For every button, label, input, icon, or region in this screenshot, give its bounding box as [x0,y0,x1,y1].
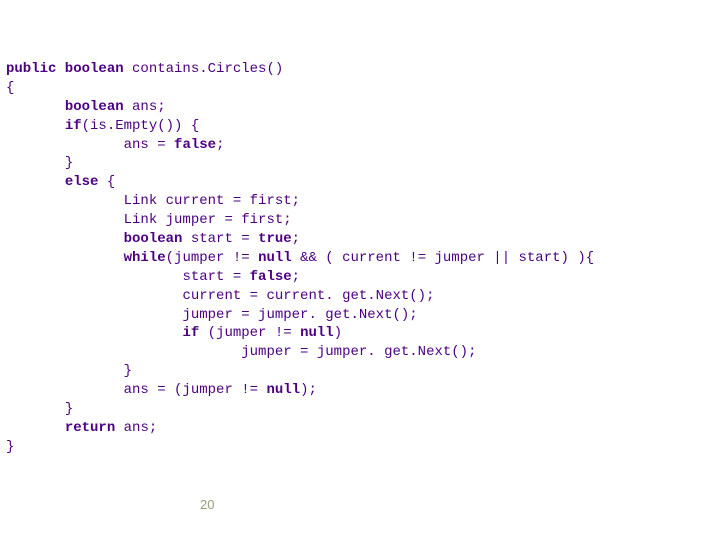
page-number: 20 [0,497,720,512]
brace: } [6,439,14,455]
kw-return: return [65,420,115,436]
method-name: contains.Circles() [124,61,284,77]
semi: ; [292,269,300,285]
brace: } [124,363,132,379]
kw-false: false [250,269,292,285]
while-pre: (jumper != [166,250,258,266]
cur-next: current = current. get.Next(); [182,288,434,304]
brace: { [6,80,14,96]
kw-public-boolean: public boolean [6,61,124,77]
ans-post: ); [300,382,317,398]
start-false-pre: start = [182,269,249,285]
kw-null: null [266,382,300,398]
else-open: { [98,174,115,190]
decl-ans: ans; [124,99,166,115]
brace: } [65,401,73,417]
kw-else: else [65,174,99,190]
brace: } [65,155,73,171]
code-block: public boolean contains.Circles() { bool… [0,0,720,457]
kw-true: true [258,231,292,247]
link-current: Link current = first; [124,193,300,209]
jmp-next2: jumper = jumper. get.Next(); [241,344,476,360]
ans-false-pre: ans = [124,137,174,153]
kw-boolean: boolean [124,231,183,247]
kw-null: null [258,250,292,266]
kw-if: if [65,118,82,134]
link-jumper: Link jumper = first; [124,212,292,228]
if2-pre: (jumper != [199,325,300,341]
kw-boolean: boolean [65,99,124,115]
if-cond: (is.Empty()) { [82,118,200,134]
ans-pre: ans = (jumper != [124,382,267,398]
kw-false: false [174,137,216,153]
jmp-next: jumper = jumper. get.Next(); [182,307,417,323]
kw-if: if [182,325,199,341]
kw-while: while [124,250,166,266]
kw-null: null [300,325,334,341]
return-rest: ans; [115,420,157,436]
start-true-pre: start = [182,231,258,247]
semi: ; [292,231,300,247]
semi: ; [216,137,224,153]
if2-post: ) [334,325,342,341]
while-mid: && ( current != jumper || start) ){ [292,250,594,266]
